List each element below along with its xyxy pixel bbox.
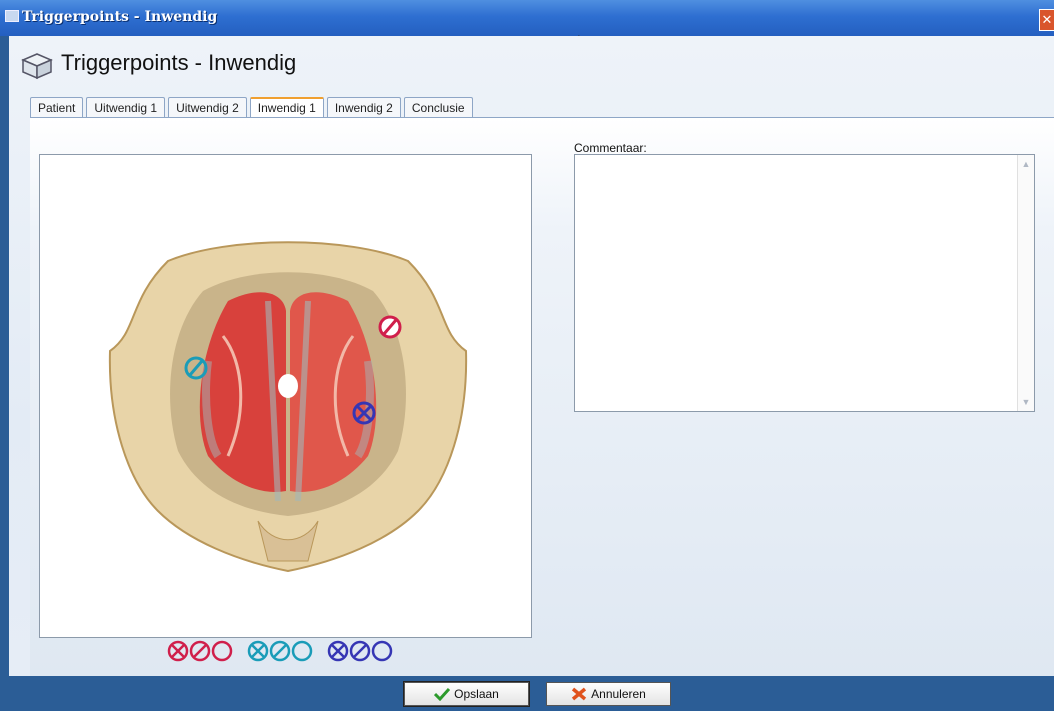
- marker-x-teal-icon[interactable]: [247, 640, 269, 662]
- cross-icon: [572, 687, 587, 701]
- save-button[interactable]: Opslaan: [403, 681, 530, 707]
- tab-inwendig-1[interactable]: Inwendig 1: [249, 97, 324, 117]
- pelvic-floor-image: [108, 241, 468, 573]
- tab-uitwendig-2[interactable]: Uitwendig 2: [168, 97, 247, 117]
- tab-inwendig-2[interactable]: Inwendig 2: [326, 97, 401, 117]
- cancel-button-label: Annuleren: [591, 687, 646, 701]
- marker-circle-teal-icon[interactable]: [291, 640, 313, 662]
- app-icon: [5, 10, 19, 22]
- scroll-up-icon[interactable]: ▲: [1019, 157, 1033, 171]
- comment-scrollbar[interactable]: ▲ ▼: [1017, 155, 1034, 411]
- marker-circle-red-icon[interactable]: [211, 640, 233, 662]
- comment-label: Commentaar:: [574, 141, 647, 155]
- anatomy-image-frame[interactable]: [39, 154, 532, 638]
- marker-palette: [167, 639, 407, 663]
- scroll-down-icon[interactable]: ▼: [1019, 395, 1033, 409]
- marker-circle-blue-icon[interactable]: [371, 640, 393, 662]
- tab-bar: Patient Uitwendig 1 Uitwendig 2 Inwendig…: [30, 97, 476, 117]
- marker-slash-blue-icon[interactable]: [349, 640, 371, 662]
- marker-x-red-icon[interactable]: [167, 640, 189, 662]
- trigger-marker-red[interactable]: [378, 315, 402, 339]
- page-title: Triggerpoints - Inwendig: [61, 50, 297, 75]
- tab-patient[interactable]: Patient: [30, 97, 84, 117]
- close-icon[interactable]: ✕: [1039, 9, 1054, 31]
- window-titlebar: Triggerpoints - Inwendig ✕: [0, 0, 1054, 36]
- window-title: Triggerpoints - Inwendig: [22, 9, 218, 25]
- comment-textarea[interactable]: ▲ ▼: [574, 154, 1035, 412]
- marker-slash-teal-icon[interactable]: [269, 640, 291, 662]
- marker-group-red: [167, 639, 233, 663]
- tab-conclusie[interactable]: Conclusie: [403, 97, 473, 117]
- save-button-label: Opslaan: [454, 687, 499, 701]
- marker-slash-red-icon[interactable]: [189, 640, 211, 662]
- checkmark-icon: [434, 687, 451, 701]
- marker-x-blue-icon[interactable]: [327, 640, 349, 662]
- box-icon: [21, 53, 53, 80]
- main-window: Triggerpoints - Inwendig Patient Uitwend…: [9, 36, 1054, 677]
- cancel-button[interactable]: Annuleren: [546, 682, 671, 706]
- marker-group-teal: [247, 639, 313, 663]
- marker-group-blue: [327, 639, 393, 663]
- tab-uitwendig-1[interactable]: Uitwendig 1: [86, 97, 166, 117]
